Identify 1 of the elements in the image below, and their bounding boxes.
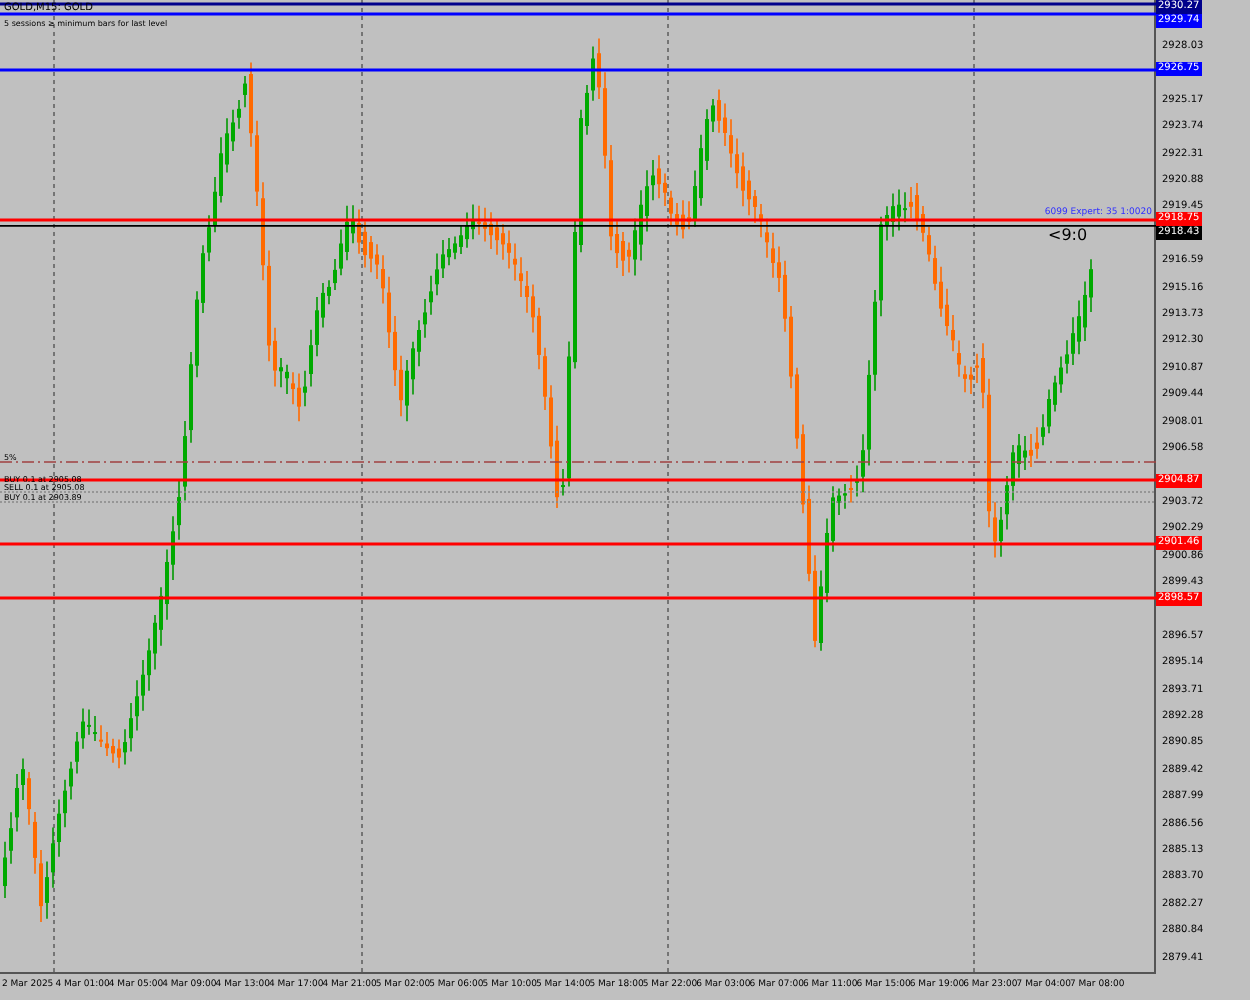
chart-annotation: <9:0: [1048, 226, 1088, 244]
